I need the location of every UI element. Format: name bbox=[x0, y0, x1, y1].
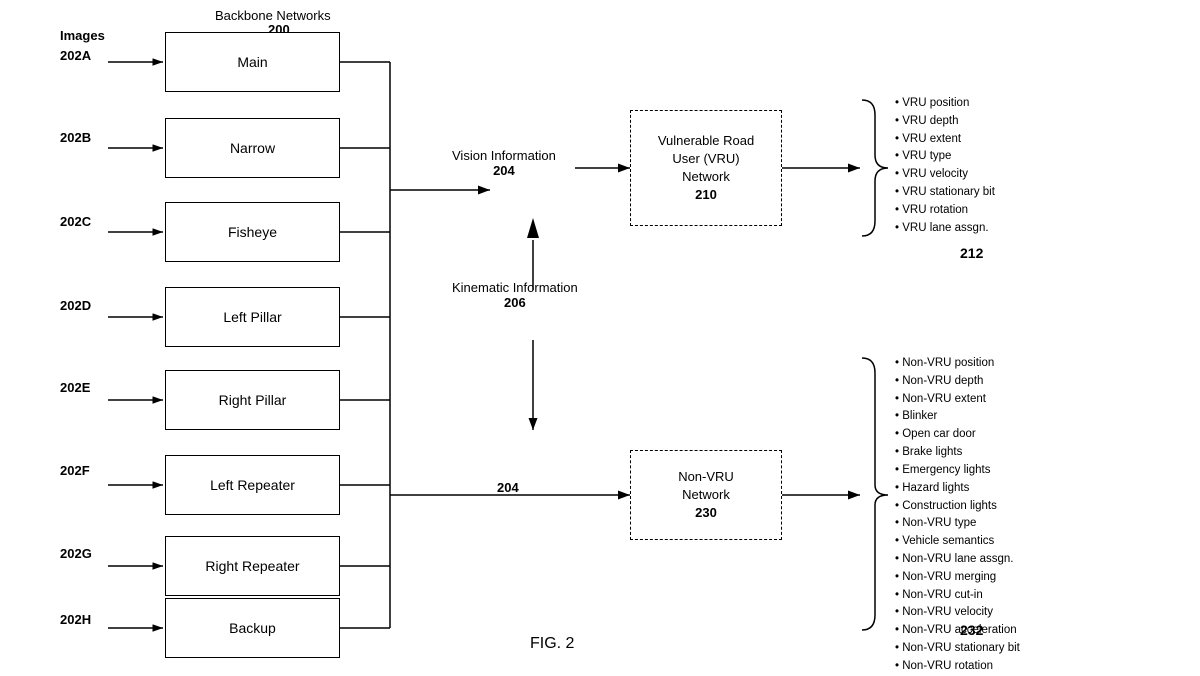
non-vru-list-item: Non-VRU velocity bbox=[895, 604, 1020, 622]
vru-output-list: VRU positionVRU depthVRU extentVRU typeV… bbox=[895, 95, 995, 238]
non-vru-list-item: Non-VRU rotation bbox=[895, 658, 1020, 676]
non-vru-network-box: Non-VRU Network 230 bbox=[630, 450, 782, 540]
vru-list-item: VRU type bbox=[895, 148, 995, 166]
images-label: Images bbox=[60, 28, 105, 43]
vision-info-label: Vision Information 204 bbox=[452, 148, 556, 178]
non-vru-list-item: Non-VRU extent bbox=[895, 391, 1020, 409]
non-vru-list-item: Hazard lights bbox=[895, 480, 1020, 498]
vru-list-item: VRU stationary bit bbox=[895, 184, 995, 202]
non-vru-list-item: Open car door bbox=[895, 426, 1020, 444]
non-vru-list-item: Brake lights bbox=[895, 444, 1020, 462]
bb-box-main: Main bbox=[165, 32, 340, 92]
image-id-202D: 202D bbox=[60, 298, 91, 313]
vru-net-line3: Network bbox=[658, 168, 754, 186]
image-id-202H: 202H bbox=[60, 612, 91, 627]
kinematic-info-label: Kinematic Information 206 bbox=[452, 280, 578, 310]
vru-list-item: VRU depth bbox=[895, 113, 995, 131]
vru-output-number: 212 bbox=[960, 245, 983, 261]
vru-list-item: VRU rotation bbox=[895, 202, 995, 220]
image-id-202F: 202F bbox=[60, 463, 90, 478]
backbone-header: Backbone Networks bbox=[215, 8, 331, 23]
vru-list-item: VRU lane assgn. bbox=[895, 220, 995, 238]
non-vru-list-item: Non-VRU position bbox=[895, 355, 1020, 373]
vru-list-item: VRU position bbox=[895, 95, 995, 113]
image-id-202G: 202G bbox=[60, 546, 92, 561]
non-vru-net-line1: Non-VRU bbox=[678, 468, 734, 486]
image-id-202E: 202E bbox=[60, 380, 90, 395]
bb-box-fisheye: Fisheye bbox=[165, 202, 340, 262]
vision-info-bottom-label: 204 bbox=[497, 480, 519, 495]
bb-box-right-repeater: Right Repeater bbox=[165, 536, 340, 596]
bb-box-right-pillar: Right Pillar bbox=[165, 370, 340, 430]
non-vru-list-item: Emergency lights bbox=[895, 462, 1020, 480]
non-vru-output-list: Non-VRU positionNon-VRU depthNon-VRU ext… bbox=[895, 355, 1020, 676]
bb-box-narrow: Narrow bbox=[165, 118, 340, 178]
non-vru-list-item: Non-VRU merging bbox=[895, 569, 1020, 587]
non-vru-list-item: Construction lights bbox=[895, 498, 1020, 516]
image-id-202A: 202A bbox=[60, 48, 91, 63]
non-vru-list-item: Non-VRU depth bbox=[895, 373, 1020, 391]
bb-box-backup: Backup bbox=[165, 598, 340, 658]
image-id-202C: 202C bbox=[60, 214, 91, 229]
non-vru-list-item: Non-VRU cut-in bbox=[895, 587, 1020, 605]
non-vru-list-item: Vehicle semantics bbox=[895, 533, 1020, 551]
non-vru-list-item: Non-VRU type bbox=[895, 515, 1020, 533]
bb-box-left-pillar: Left Pillar bbox=[165, 287, 340, 347]
bb-box-left-repeater: Left Repeater bbox=[165, 455, 340, 515]
non-vru-list-item: Blinker bbox=[895, 408, 1020, 426]
diagram: Backbone Networks 200 Images 202A Main 2… bbox=[0, 0, 1200, 675]
vru-net-line1: Vulnerable Road bbox=[658, 132, 754, 150]
non-vru-net-line2: Network bbox=[678, 486, 734, 504]
non-vru-net-number: 230 bbox=[678, 504, 734, 522]
image-id-202B: 202B bbox=[60, 130, 91, 145]
vru-network-box: Vulnerable Road User (VRU) Network 210 bbox=[630, 110, 782, 226]
non-vru-list-item: Non-VRU acceleration bbox=[895, 622, 1020, 640]
non-vru-list-item: Non-VRU stationary bit bbox=[895, 640, 1020, 658]
fig-label: FIG. 2 bbox=[530, 635, 574, 653]
vru-list-item: VRU velocity bbox=[895, 166, 995, 184]
vru-list-item: VRU extent bbox=[895, 131, 995, 149]
vru-net-line2: User (VRU) bbox=[658, 150, 754, 168]
non-vru-list-item: Non-VRU lane assgn. bbox=[895, 551, 1020, 569]
vru-net-number: 210 bbox=[658, 186, 754, 204]
non-vru-output-number: 232 bbox=[960, 622, 983, 638]
